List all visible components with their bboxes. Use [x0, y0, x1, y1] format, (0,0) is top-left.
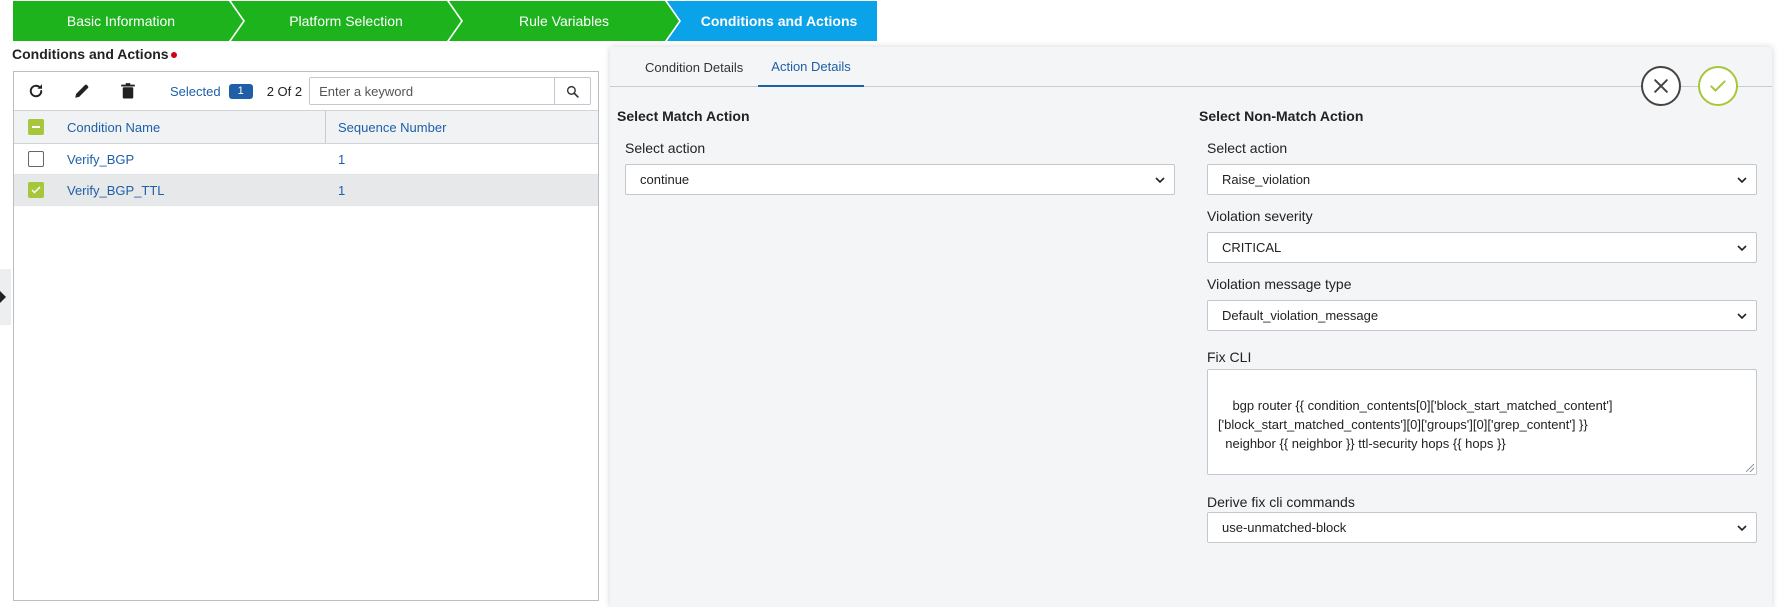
delete-trash-icon[interactable]	[116, 79, 140, 103]
sidebar-expand-handle[interactable]	[0, 269, 11, 325]
step-conditions-and-actions[interactable]: Conditions and Actions	[667, 1, 877, 41]
step-label: Platform Selection	[289, 13, 403, 29]
nonmatch-select-action-label: Select action	[1207, 140, 1288, 156]
detail-tabs: Condition Details Action Details	[610, 47, 1772, 87]
record-count: 2 Of 2	[266, 83, 303, 99]
selected-label: Selected	[170, 83, 221, 99]
fix-cli-label: Fix CLI	[1207, 349, 1252, 365]
chevron-down-icon	[1737, 313, 1747, 320]
select-value: Default_violation_message	[1222, 308, 1379, 323]
chevron-down-icon	[1737, 245, 1747, 252]
save-button[interactable]	[1698, 66, 1738, 106]
fix-cli-text: bgp router {{ condition_contents[0]['blo…	[1218, 398, 1613, 451]
row-checkbox[interactable]	[28, 151, 44, 167]
tab-condition-details[interactable]: Condition Details	[632, 47, 756, 87]
cell-condition-name[interactable]: Verify_BGP	[58, 144, 326, 174]
cell-sequence-number: 1	[338, 151, 346, 167]
nonmatch-action-title: Select Non-Match Action	[1199, 108, 1364, 124]
required-indicator	[170, 52, 177, 59]
grid-toolbar: Selected 1 2 Of 2	[14, 72, 598, 111]
step-label: Rule Variables	[518, 13, 609, 29]
violation-message-type-label: Violation message type	[1207, 276, 1352, 292]
violation-severity-select[interactable]: CRITICAL	[1207, 232, 1757, 263]
select-value: CRITICAL	[1222, 240, 1282, 255]
close-icon	[1654, 79, 1668, 93]
select-all-checkbox[interactable]	[28, 119, 44, 135]
step-platform-selection[interactable]: Platform Selection	[231, 1, 461, 41]
tab-action-details[interactable]: Action Details	[758, 47, 864, 87]
derive-fix-cli-label: Derive fix cli commands	[1207, 494, 1355, 510]
step-basic-information[interactable]: Basic Information	[13, 1, 243, 41]
header-sequence-number[interactable]: Sequence Number	[326, 120, 598, 135]
resize-handle[interactable]	[1746, 464, 1754, 472]
checkmark-icon	[31, 186, 41, 194]
violation-message-type-select[interactable]: Default_violation_message	[1207, 300, 1757, 331]
select-value: continue	[640, 172, 690, 187]
section-title-text: Conditions and Actions	[12, 46, 169, 62]
select-value: Raise_violation	[1222, 172, 1311, 187]
edit-pencil-icon[interactable]	[70, 79, 94, 103]
chevron-down-icon	[1737, 525, 1747, 532]
match-select-action-label: Select action	[625, 140, 706, 156]
wizard-steps: Basic Information Platform Selection Rul…	[13, 1, 877, 41]
row-checkbox[interactable]	[28, 182, 44, 198]
grid-header: Condition Name Sequence Number	[14, 111, 598, 144]
step-label: Basic Information	[66, 13, 176, 29]
action-details-panel: Condition Details Action Details Select …	[610, 47, 1772, 607]
match-action-select[interactable]: continue	[625, 164, 1175, 195]
section-title: Conditions and Actions	[12, 46, 177, 62]
chevron-down-icon	[1737, 177, 1747, 184]
selected-count-badge: 1	[228, 83, 253, 99]
fix-cli-textarea[interactable]: bgp router {{ condition_contents[0]['blo…	[1207, 369, 1757, 475]
chevron-down-icon	[1155, 177, 1165, 184]
violation-severity-label: Violation severity	[1207, 208, 1313, 224]
search-button[interactable]	[554, 78, 590, 104]
select-value: use-unmatched-block	[1222, 520, 1347, 535]
derive-fix-cli-select[interactable]: use-unmatched-block	[1207, 512, 1757, 543]
step-rule-variables[interactable]: Rule Variables	[449, 1, 679, 41]
table-row[interactable]: Verify_BGP_TTL 1	[14, 175, 598, 206]
checkmark-icon	[1710, 80, 1726, 92]
search-icon	[567, 85, 579, 98]
conditions-grid-panel: Selected 1 2 Of 2 Condition Name Sequenc…	[13, 71, 599, 601]
refresh-icon[interactable]	[24, 79, 48, 103]
cell-condition-name[interactable]: Verify_BGP_TTL	[58, 175, 326, 205]
cancel-button[interactable]	[1641, 66, 1681, 106]
step-label: Conditions and Actions	[700, 13, 858, 29]
search-box	[309, 77, 592, 105]
search-input[interactable]	[310, 78, 555, 104]
table-row[interactable]: Verify_BGP 1	[14, 144, 598, 175]
header-condition-name[interactable]: Condition Name	[58, 111, 326, 143]
nonmatch-action-select[interactable]: Raise_violation	[1207, 164, 1757, 195]
match-action-title: Select Match Action	[617, 108, 750, 124]
cell-sequence-number: 1	[338, 182, 346, 198]
